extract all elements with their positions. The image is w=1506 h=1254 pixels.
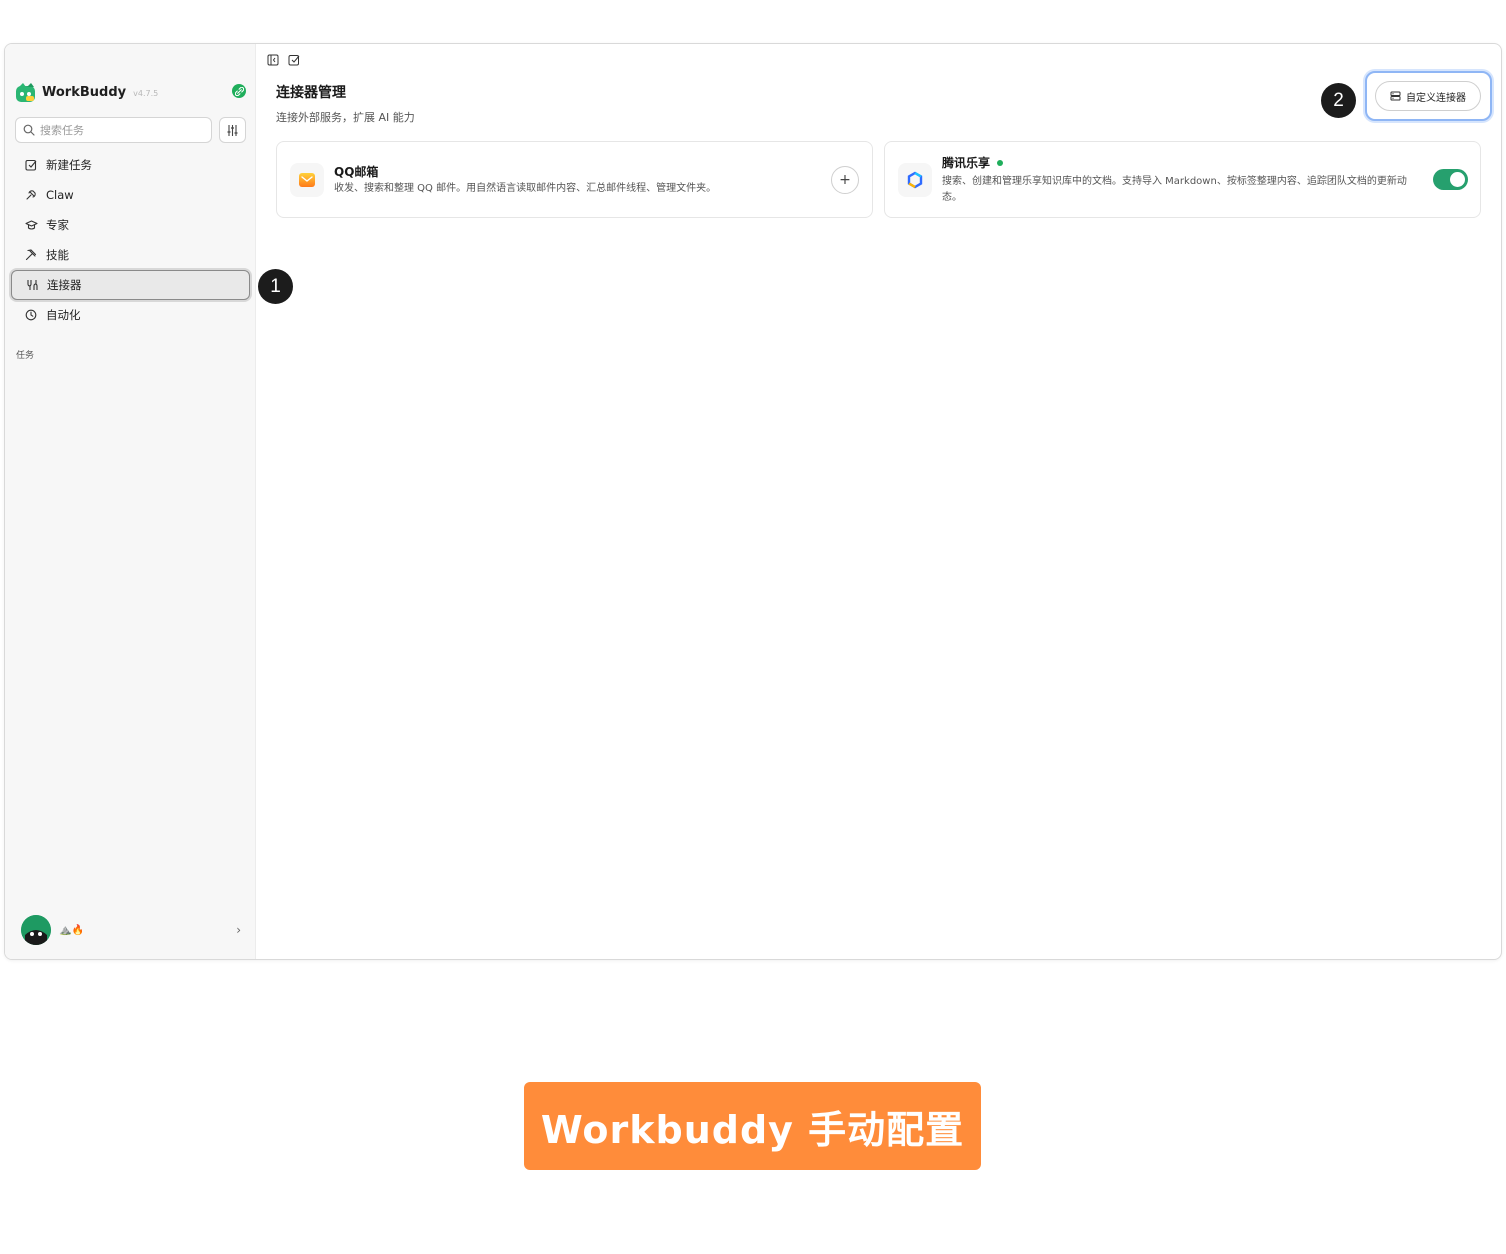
section-label-tasks: 任务 — [16, 351, 35, 361]
app-name: WorkBuddy — [42, 85, 127, 100]
sidebar-item-automation[interactable]: 自动化 — [11, 300, 250, 330]
collapse-sidebar-icon[interactable] — [266, 53, 280, 67]
sidebar-item-skills[interactable]: 技能 — [11, 240, 250, 270]
sidebar-item-experts[interactable]: 专家 — [11, 210, 250, 240]
workbuddy-logo-icon — [16, 83, 35, 102]
connected-status-dot — [997, 159, 1004, 166]
search-input[interactable] — [40, 123, 200, 137]
sidebar-item-claw[interactable]: Claw — [11, 180, 250, 210]
sidebar: WorkBuddy v4.7.5 新建任务 Claw 专家 — [5, 44, 256, 959]
custom-connector-button[interactable]: 自定义连接器 — [1375, 81, 1481, 111]
sidebar-item-label: 自动化 — [46, 308, 81, 322]
avatar[interactable] — [21, 915, 51, 945]
custom-connector-highlight: 自定义连接器 — [1365, 71, 1492, 121]
server-icon — [1390, 91, 1401, 101]
claw-icon — [24, 188, 38, 202]
qqmail-icon — [290, 163, 324, 197]
clock-icon — [24, 308, 38, 322]
connector-icon — [25, 278, 39, 292]
connector-description: 搜索、创建和管理乐享知识库中的文档。支持导入 Markdown、按标签整理内容、… — [942, 176, 1407, 203]
tools-icon — [24, 248, 38, 262]
app-version: v4.7.5 — [133, 89, 159, 98]
search-field[interactable] — [15, 117, 212, 143]
new-task-icon[interactable] — [287, 53, 301, 67]
connector-description: 收发、搜索和整理 QQ 邮件。用自然语言读取邮件内容、汇总邮件线程、管理文件夹。 — [334, 183, 717, 194]
callout-marker-1: 1 — [258, 269, 293, 304]
sidebar-item-label: 专家 — [46, 218, 69, 232]
link-status-icon[interactable] — [232, 84, 246, 98]
add-connector-button[interactable]: + — [831, 166, 859, 194]
connector-name: QQ邮箱 — [334, 165, 379, 179]
sidebar-item-label: 技能 — [46, 248, 69, 262]
title-banner: Workbuddy 手动配置 — [524, 1082, 981, 1170]
sliders-icon — [227, 124, 238, 136]
toggle-knob — [1450, 172, 1465, 187]
sidebar-item-label: Claw — [46, 188, 74, 202]
chevron-right-icon[interactable]: › — [236, 923, 241, 937]
user-profile[interactable]: ⛰️🔥 › — [21, 915, 241, 945]
search-icon — [23, 124, 35, 136]
sidebar-item-new-task[interactable]: 新建任务 — [11, 150, 250, 180]
page-subtitle: 连接外部服务，扩展 AI 能力 — [276, 111, 415, 124]
custom-connector-label: 自定义连接器 — [1406, 92, 1466, 104]
connector-name: 腾讯乐享 — [942, 156, 991, 170]
banner-text: Workbuddy 手动配置 — [540, 1107, 965, 1152]
brand: WorkBuddy v4.7.5 — [15, 82, 158, 103]
lexiang-icon — [898, 163, 932, 197]
graduation-cap-icon — [24, 218, 38, 232]
sidebar-item-connectors[interactable]: 连接器 — [11, 270, 250, 300]
connector-card-lexiang[interactable]: 腾讯乐享 搜索、创建和管理乐享知识库中的文档。支持导入 Markdown、按标签… — [884, 141, 1481, 218]
app-window: WorkBuddy v4.7.5 新建任务 Claw 专家 — [4, 43, 1502, 960]
sidebar-nav: 新建任务 Claw 专家 技能 连接器 自动化 — [11, 150, 250, 330]
filter-button[interactable] — [219, 117, 246, 143]
connector-card-qqmail[interactable]: QQ邮箱 收发、搜索和整理 QQ 邮件。用自然语言读取邮件内容、汇总邮件线程、管… — [276, 141, 873, 218]
connector-name-row: 腾讯乐享 — [942, 154, 1004, 171]
toolbar — [266, 53, 301, 67]
user-status-emoji: ⛰️🔥 — [59, 924, 84, 936]
page-title: 连接器管理 — [276, 85, 346, 101]
callout-marker-2: 2 — [1321, 83, 1356, 118]
connector-toggle[interactable] — [1433, 169, 1468, 190]
sidebar-item-label: 新建任务 — [46, 158, 92, 172]
sidebar-item-label: 连接器 — [47, 278, 82, 292]
edit-square-icon — [24, 158, 38, 172]
